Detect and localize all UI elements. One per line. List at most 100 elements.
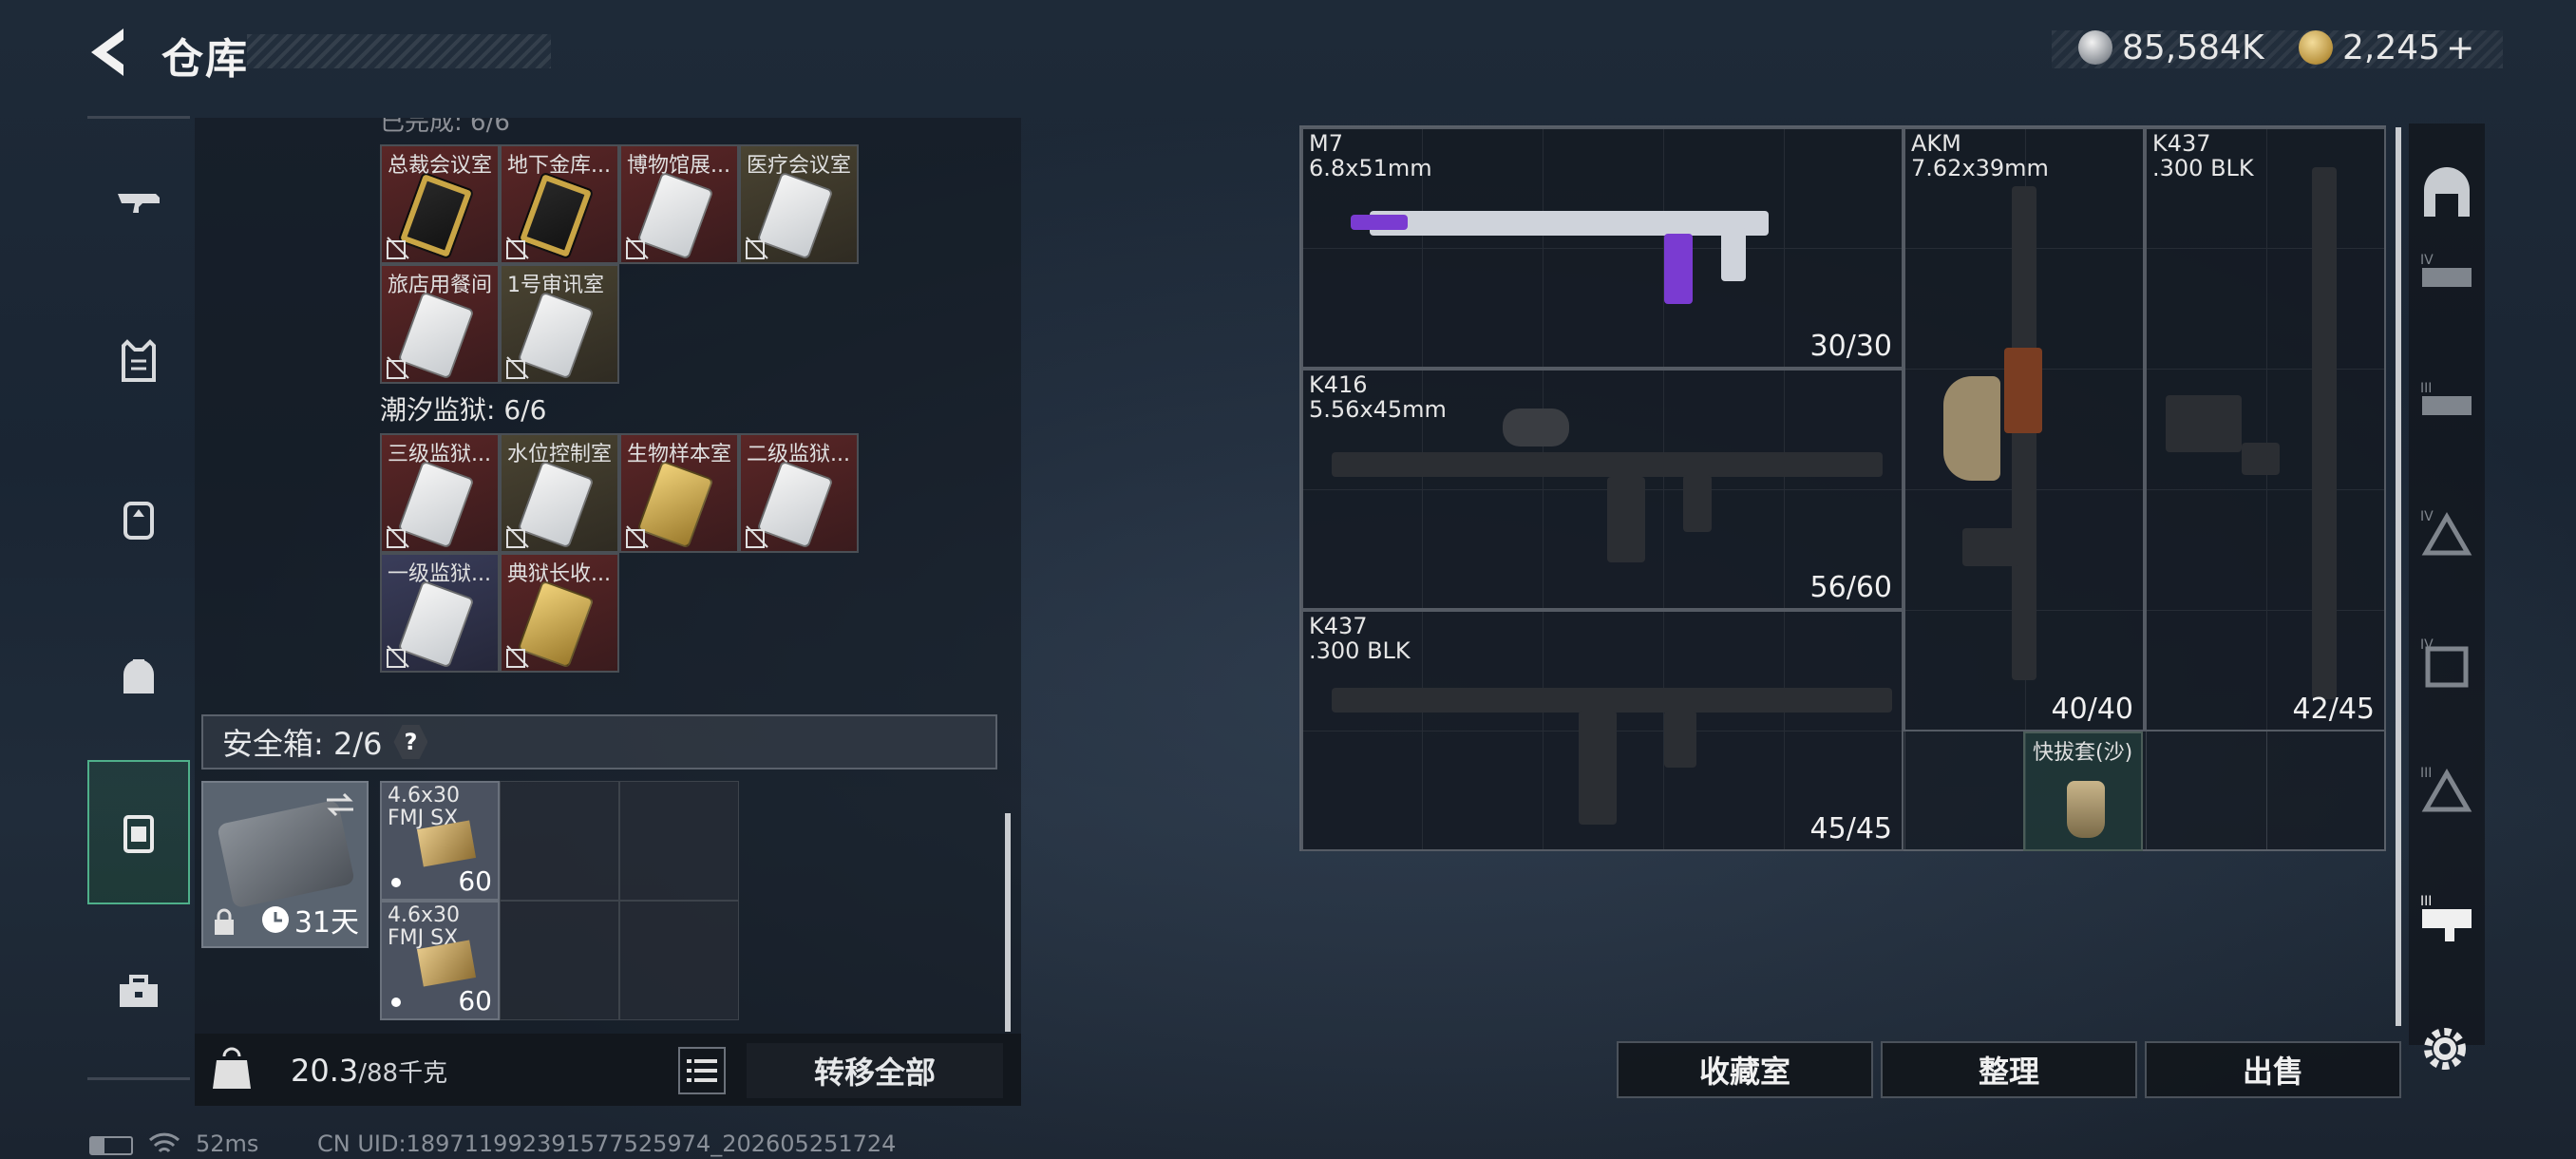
weapon-name: M7 6.8x51mm xyxy=(1309,130,1432,181)
nav-divider xyxy=(87,1077,190,1080)
settings-gear-icon[interactable] xyxy=(2418,1022,2472,1075)
keycard-label: 二级监狱... xyxy=(747,443,850,466)
keycard-item[interactable]: 二级监狱... xyxy=(739,433,859,553)
m7-accent xyxy=(1351,215,1408,230)
keycard-item[interactable]: 医疗会议室 xyxy=(739,144,859,264)
keycard-label: 博物馆展... xyxy=(627,154,730,178)
help-button[interactable]: ? xyxy=(393,725,428,759)
transfer-all-button[interactable]: 转移全部 xyxy=(747,1043,1003,1098)
ammo-count: 60 xyxy=(458,865,492,897)
k437-magazine xyxy=(2166,395,2242,452)
weapon-slot-k437-2[interactable]: K437 .300 BLK 42/45 xyxy=(2145,127,2386,732)
armor-tier4-icon[interactable]: IV xyxy=(2416,504,2477,564)
akm-magazine xyxy=(1943,376,2000,481)
unlinked-icon xyxy=(626,525,649,548)
backpack-tier4-icon[interactable]: IV xyxy=(2416,632,2477,693)
sell-button[interactable]: 出售 xyxy=(2145,1041,2401,1098)
keycard-label: 1号审讯室 xyxy=(507,274,604,297)
svg-text:IV: IV xyxy=(2420,253,2434,268)
weapon-slot-m7[interactable]: M7 6.8x51mm 30/30 xyxy=(1301,127,1904,369)
keycard-item[interactable]: 典狱长收... xyxy=(500,553,619,673)
k416-grip xyxy=(1683,475,1712,532)
gold-coin-icon xyxy=(2299,30,2333,65)
safe-box-item[interactable]: 31天 xyxy=(201,781,369,948)
weapon-ammo: 56/60 xyxy=(1809,571,1892,604)
safe-slot[interactable] xyxy=(500,781,619,901)
svg-text:III: III xyxy=(2420,381,2432,396)
ammo-item[interactable]: 4.6x30 FMJ SX 60 xyxy=(380,901,500,1020)
weight-value: 20.3 xyxy=(291,1053,359,1089)
weapon-slot-akm[interactable]: AKM 7.62x39mm 40/40 xyxy=(1904,127,2145,732)
carry-weight: 20.3/88千克 xyxy=(291,1053,447,1089)
keycard-label: 一级监狱... xyxy=(388,562,491,586)
safe-days-text: 31天 xyxy=(294,906,359,940)
holster-label: 快拔套(沙) xyxy=(2033,741,2133,765)
unlinked-icon xyxy=(387,525,409,548)
keycard-item[interactable]: 1号审讯室 xyxy=(500,264,619,384)
ping-text: 52ms xyxy=(196,1130,259,1157)
holster-item[interactable]: 快拔套(沙) xyxy=(2023,732,2143,851)
keycard-label: 旅店用餐间 xyxy=(388,274,493,297)
ammo-box-image xyxy=(416,820,477,867)
title-decoration xyxy=(247,34,551,68)
gun-icon xyxy=(118,194,160,213)
inventory-scrollbar[interactable] xyxy=(1005,813,1011,1032)
keycard-label: 典狱长收... xyxy=(507,562,611,586)
unlinked-icon xyxy=(746,237,768,259)
svg-text:IV: IV xyxy=(2420,509,2434,524)
weapon-slot-k437[interactable]: K437 .300 BLK 45/45 xyxy=(1301,610,1904,851)
keycard-item[interactable]: 水位控制室 xyxy=(500,433,619,553)
nav-armor[interactable] xyxy=(87,294,190,428)
safe-slot[interactable] xyxy=(619,781,739,901)
safe-slot[interactable] xyxy=(619,901,739,1020)
ammo-marker xyxy=(391,998,401,1007)
safe-box-label: 安全箱: 2/6 xyxy=(222,726,383,762)
weapon-scrollbar[interactable] xyxy=(2396,127,2401,1026)
swap-icon[interactable] xyxy=(323,790,357,819)
nav-backpack[interactable] xyxy=(87,452,190,585)
keycard-label: 水位控制室 xyxy=(507,443,613,466)
add-currency-button[interactable]: + xyxy=(2446,28,2474,67)
k416-optic xyxy=(1503,408,1569,446)
weapon-slot-k416[interactable]: K416 5.56x45mm 56/60 xyxy=(1301,369,1904,610)
weapon-tier3-icon[interactable]: III xyxy=(2416,375,2477,436)
bag-icon xyxy=(123,659,154,694)
wifi-icon xyxy=(148,1132,180,1153)
keycard-item[interactable]: 地下金库... xyxy=(500,144,619,264)
list-view-button[interactable] xyxy=(678,1047,726,1094)
back-arrow-icon[interactable] xyxy=(85,27,133,78)
unlinked-icon xyxy=(506,237,529,259)
nav-toolbox[interactable] xyxy=(87,925,190,1058)
nav-storage[interactable] xyxy=(87,760,190,904)
akm-handguard xyxy=(2004,348,2042,433)
weapon-ammo: 42/45 xyxy=(2292,693,2375,726)
gold-amount: 2,245 xyxy=(2342,28,2441,67)
nav-weapons[interactable] xyxy=(87,137,190,270)
vault-icon[interactable] xyxy=(2416,162,2477,222)
keycard-item[interactable]: 旅店用餐间 xyxy=(380,264,500,384)
keycard-item[interactable]: 三级监狱... xyxy=(380,433,500,553)
keycard-label: 总裁会议室 xyxy=(388,154,493,178)
weapon-name: K416 5.56x45mm xyxy=(1309,371,1447,423)
keycard-item[interactable]: 一级监狱... xyxy=(380,553,500,673)
nav-divider xyxy=(87,116,190,119)
clock-icon xyxy=(261,906,289,933)
safe-slot[interactable] xyxy=(500,901,619,1020)
unlinked-icon xyxy=(506,356,529,379)
nav-helmet[interactable] xyxy=(87,610,190,743)
collection-room-button[interactable]: 收藏室 xyxy=(1617,1041,1873,1098)
keycard-item[interactable]: 博物馆展... xyxy=(619,144,739,264)
keycard-item[interactable]: 生物样本室 xyxy=(619,433,739,553)
weapon-tier3-selected-icon[interactable]: III xyxy=(2416,888,2477,949)
storage-icon xyxy=(123,815,154,853)
weight-icon xyxy=(213,1047,251,1089)
unlinked-icon xyxy=(506,525,529,548)
keycard-label: 地下金库... xyxy=(507,154,611,178)
keycard-item[interactable]: 总裁会议室 xyxy=(380,144,500,264)
armor-tier3-icon[interactable]: III xyxy=(2416,760,2477,821)
holster-image xyxy=(2067,781,2105,838)
ammo-item[interactable]: 4.6x30 FMJ SX 60 xyxy=(380,781,500,901)
weapon-tier4-icon[interactable]: IV xyxy=(2416,247,2477,308)
gold-currency[interactable]: 2,245 + xyxy=(2299,27,2474,68)
sort-button[interactable]: 整理 xyxy=(1881,1041,2137,1098)
